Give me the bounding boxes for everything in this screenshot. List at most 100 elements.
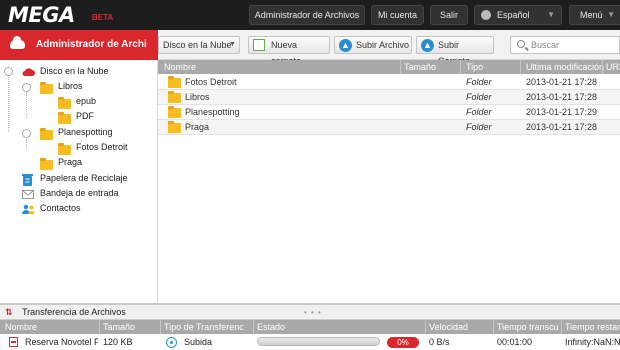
upload-icon: ▲ [421,39,434,52]
file-name: Planespotting [185,107,240,117]
column-separator [425,320,426,334]
cloud-icon [10,36,25,49]
tree-item-epub[interactable]: epub [0,95,158,110]
tree-label: Praga [58,157,83,167]
transfer-row[interactable]: Reserva Novotel Praga.pdf 120 KB Subida … [0,335,620,350]
tree-label: PDF [76,111,94,121]
sidebar-item-label: Bandeja de entrada [40,188,119,198]
file-name: Libros [185,92,210,102]
logout-label: Salir [439,10,458,20]
my-account-label: Mi cuenta [377,10,418,20]
progress-percent: 0% [387,337,419,348]
column-separator [460,60,461,74]
file-modified: 2013-01-21 17:28 [526,122,598,132]
file-row[interactable]: Planespotting Folder 2013-01-21 17:29 [158,105,620,120]
collapse-toggle-icon[interactable] [22,129,31,138]
column-separator [602,60,603,74]
column-separator [160,320,161,334]
location-label: Disco en la Nube [163,40,232,50]
language-label: Español [497,10,530,20]
tree-item-libros[interactable]: Libros [0,80,158,95]
file-type: Folder [466,92,492,102]
search-input[interactable]: Buscar [510,36,620,54]
transfers-bar[interactable]: ⇅ Transferencia de Archivos • • • [0,305,620,320]
sidebar-item-inbox[interactable]: Bandeja de entrada [0,187,158,202]
file-modified: 2013-01-21 17:28 [526,77,598,87]
tree-item-praga[interactable]: Praga [0,156,158,171]
column-header-elapsed[interactable]: Tiempo transcurrido [497,322,559,332]
column-separator [99,320,100,334]
tree-label: Libros [58,81,83,91]
tree-item-planespotting[interactable]: Planespotting [0,126,158,141]
column-header-transfer-type[interactable]: Tipo de Transferencia [164,322,244,332]
file-row[interactable]: Libros Folder 2013-01-21 17:28 [158,90,620,105]
file-name: Fotos Detroit [185,77,237,87]
upload-file-button[interactable]: ▲ Subir Archivo [334,36,412,54]
sidebar-item-label: Contactos [40,203,81,213]
upload-icon: ▲ [339,39,352,52]
file-manager-header: Administrador de Archi [0,30,158,60]
column-header-url[interactable]: URL [606,62,620,72]
top-bar: MEGA BETA Administrador de Archivos Mi c… [0,0,620,30]
upload-folder-button[interactable]: ▲ Subir Carpeta [416,36,494,66]
file-type: Folder [466,77,492,87]
language-select[interactable]: Español ▼ [474,5,562,25]
folder-icon [40,128,53,140]
folder-icon [40,158,53,170]
resize-grip-icon[interactable]: • • • [304,308,322,317]
sidebar-item-contacts[interactable]: Contactos [0,202,158,217]
menu-button[interactable]: Menú ▼ [569,5,620,25]
file-manager-button[interactable]: Administrador de Archivos [249,5,365,25]
file-row[interactable]: Fotos Detroit Folder 2013-01-21 17:28 [158,75,620,90]
transfer-speed: 0 B/s [429,337,450,347]
tree-item-cloud-drive[interactable]: Disco en la Nube [0,65,158,80]
transfers-header: Nombre Tamaño Tipo de Transferencia Esta… [0,320,620,334]
cloud-icon [22,67,35,78]
file-row[interactable]: Praga Folder 2013-01-21 17:28 [158,120,620,135]
chevron-down-icon: ▼ [607,10,615,19]
upload-file-label: Subir Archivo [356,40,410,50]
column-header-remaining[interactable]: Tiempo restante [565,322,620,332]
pdf-file-icon [9,337,18,347]
collapse-toggle-icon[interactable] [22,83,31,92]
file-modified: 2013-01-21 17:29 [526,107,598,117]
new-folder-button[interactable]: Nueva carpeta [248,36,330,66]
file-manager-title: Administrador de Archi [36,39,147,50]
search-icon [517,40,525,48]
column-header-modified[interactable]: Ultima modificación [526,62,604,72]
column-header-type[interactable]: Tipo [466,62,483,72]
mega-logo[interactable]: MEGA [8,3,75,27]
logout-button[interactable]: Salir [430,5,468,25]
column-separator [493,320,494,334]
column-header-speed[interactable]: Velocidad [429,322,468,332]
chevron-down-icon: ▼ [547,10,555,19]
tree-item-fotos-detroit[interactable]: Fotos Detroit [0,141,158,156]
globe-icon [481,10,491,20]
sidebar-item-recycle-bin[interactable]: Papelera de Reciclaje [0,172,158,187]
folder-icon [168,121,181,133]
my-account-button[interactable]: Mi cuenta [371,5,424,25]
column-header-size[interactable]: Tamaño [103,322,135,332]
column-header-name[interactable]: Nombre [5,322,37,332]
file-type: Folder [466,107,492,117]
new-folder-icon [253,39,265,51]
transfer-remaining: Infinity:NaN:NaN [565,337,620,347]
folder-icon [168,106,181,118]
file-type: Folder [466,122,492,132]
column-header-status[interactable]: Estado [257,322,285,332]
collapse-toggle-icon[interactable] [4,67,13,76]
contacts-icon [22,204,35,215]
transfer-arrows-icon: ⇅ [5,307,13,317]
upload-status-icon [166,337,177,348]
file-list-header: Nombre Tamaño Tipo Ultima modificación U… [158,60,620,74]
location-dropdown[interactable]: Disco en la Nube ▼ [158,36,240,54]
transfer-file-name: Reserva Novotel Praga.pdf [25,337,98,347]
column-header-name[interactable]: Nombre [164,62,196,72]
progress-bar [257,337,380,346]
folder-icon [58,112,71,124]
transfer-type: Subida [184,337,213,347]
transfer-size: 120 KB [103,337,133,347]
tree-item-pdf[interactable]: PDF [0,110,158,125]
column-header-size[interactable]: Tamaño [404,62,436,72]
envelope-icon [22,190,34,201]
